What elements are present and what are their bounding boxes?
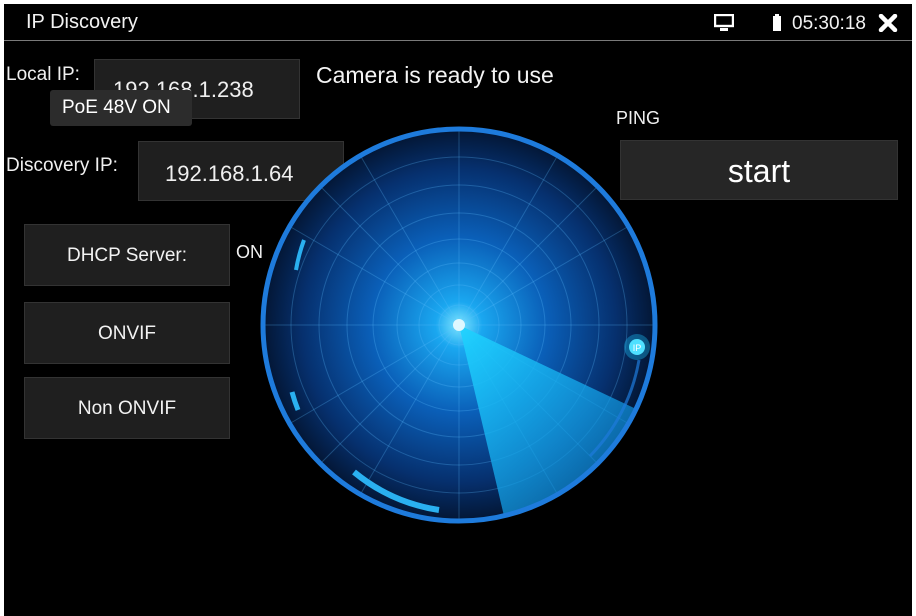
- dhcp-server-button[interactable]: DHCP Server:: [24, 224, 230, 286]
- close-icon[interactable]: [878, 13, 898, 37]
- local-ip-label: Local IP:: [6, 64, 80, 85]
- monitor-icon[interactable]: [713, 13, 735, 37]
- radar-display: IP: [260, 126, 658, 524]
- title-bar: IP Discovery 05:30:18: [4, 4, 912, 41]
- battery-icon: [772, 14, 782, 37]
- app-title: IP Discovery: [26, 11, 138, 33]
- discovery-ip-label: Discovery IP:: [6, 155, 118, 176]
- svg-text:IP: IP: [633, 343, 642, 353]
- clock-display: 05:30:18: [792, 13, 866, 34]
- poe-status-badge: PoE 48V ON: [50, 90, 192, 126]
- non-onvif-button[interactable]: Non ONVIF: [24, 377, 230, 439]
- onvif-button[interactable]: ONVIF: [24, 302, 230, 364]
- ip-blip-icon[interactable]: IP: [624, 334, 650, 360]
- status-message: Camera is ready to use: [316, 62, 554, 88]
